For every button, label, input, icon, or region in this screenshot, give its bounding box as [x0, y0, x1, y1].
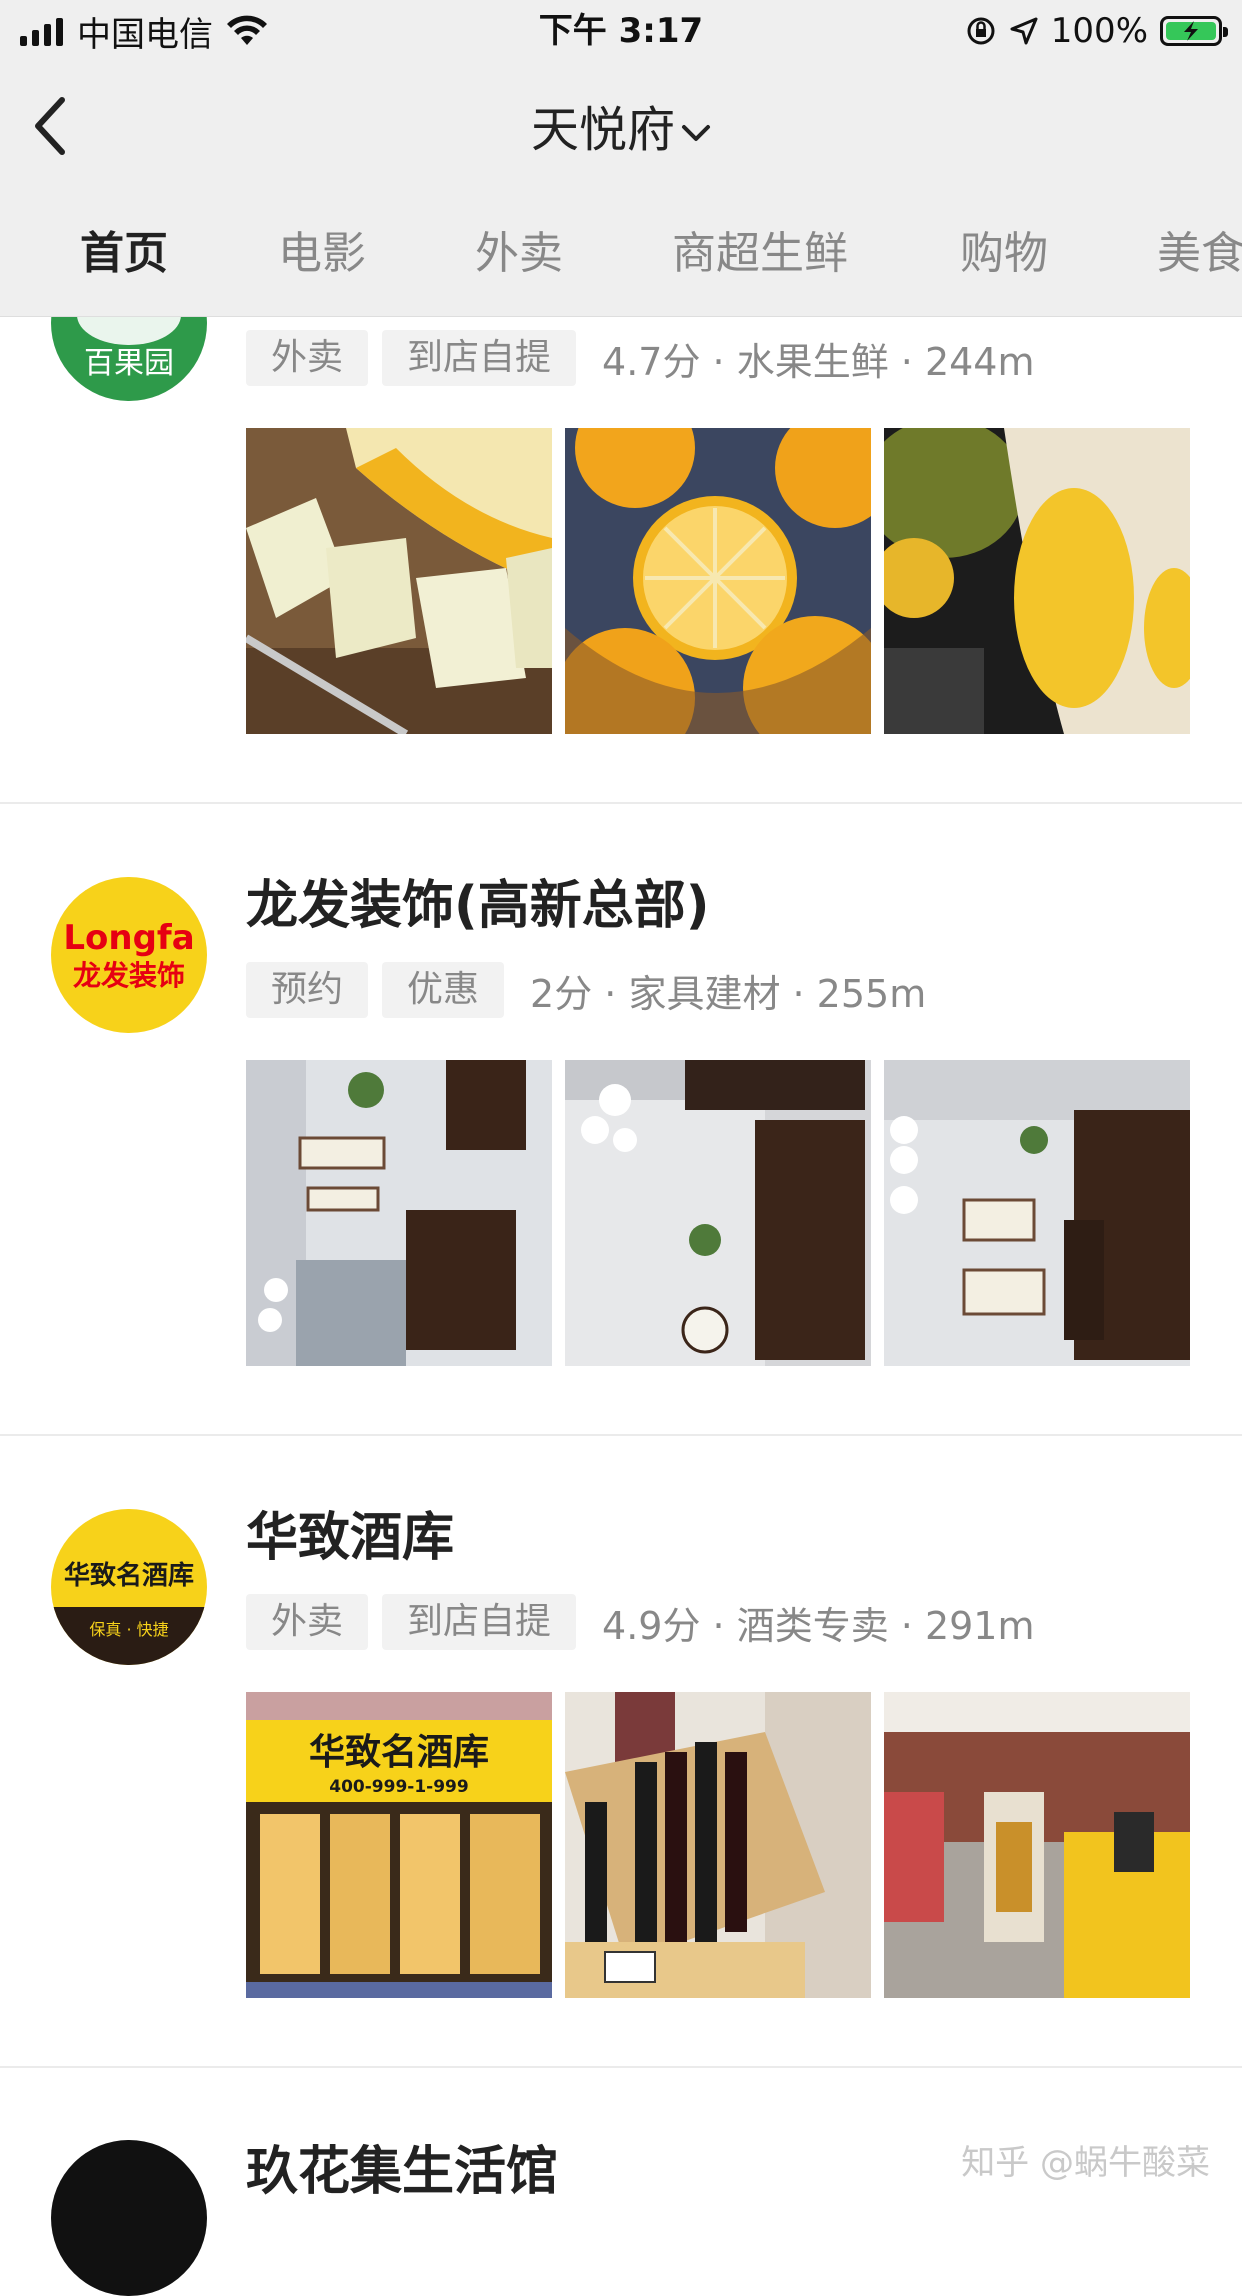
svg-text:华致名酒库: 华致名酒库 — [309, 1731, 489, 1773]
orientation-lock-icon — [967, 17, 995, 45]
svg-text:华致名酒库: 华致名酒库 — [64, 1560, 194, 1591]
category-tabs: 首页 电影 外卖 商超生鲜 购物 美食 — [0, 196, 1242, 312]
shop-photos — [246, 428, 1190, 734]
melon-photo[interactable] — [246, 428, 552, 734]
shop-rating-category-distance: 4.9分 · 酒类专卖 · 291m — [602, 1603, 1035, 1648]
tag-pickup: 到店自提 — [382, 330, 577, 386]
status-right: 100% — [965, 8, 1228, 54]
tab-food[interactable]: 美食 — [1157, 226, 1242, 282]
shop-photos — [246, 1060, 1190, 1366]
svg-text:保真 · 快捷: 保真 · 快捷 — [89, 1620, 168, 1639]
tab-movies[interactable]: 电影 — [278, 226, 366, 282]
card-divider — [0, 1434, 1242, 1436]
tab-shopping[interactable]: 购物 — [960, 226, 1048, 282]
watermark: 知乎 @蜗牛酸菜 — [961, 2143, 1210, 2183]
svg-text:400-999-1-999: 400-999-1-999 — [329, 1777, 468, 1797]
svg-text:龙发装饰: 龙发装饰 — [73, 959, 185, 992]
svg-text:Longfa: Longfa — [63, 918, 194, 958]
card-divider — [0, 802, 1242, 804]
nav-bar: 天悦府 — [0, 62, 1242, 190]
tag-delivery: 外卖 — [246, 330, 369, 386]
tab-supermarket[interactable]: 商超生鲜 — [672, 226, 848, 282]
location-name: 天悦府 — [530, 102, 675, 158]
app-header: 中国电信 下午 3:17 100% 天悦府 首页 电影 外卖 商超生鲜 购物 美… — [0, 0, 1242, 317]
card-divider — [0, 2066, 1242, 2068]
shop-name[interactable]: 龙发装饰(高新总部) — [246, 874, 710, 938]
tab-takeout[interactable]: 外卖 — [475, 226, 563, 282]
shop-photos: 华致名酒库 400-999-1-999 — [246, 1692, 1190, 1998]
location-selector[interactable]: 天悦府 — [0, 100, 1242, 160]
shop-meta: 外卖 到店自提 4.9分 · 酒类专卖 · 291m — [246, 1594, 1035, 1650]
storefront-photo[interactable]: 华致名酒库 400-999-1-999 — [246, 1692, 552, 1998]
tag-reservation: 预约 — [246, 962, 369, 1018]
store-interior-photo[interactable] — [884, 1692, 1190, 1998]
shop-name[interactable]: 华致酒库 — [246, 1506, 454, 1570]
interior-photo[interactable] — [565, 1060, 871, 1366]
wine-bottles-photo[interactable] — [565, 1692, 871, 1998]
location-arrow-icon — [1010, 17, 1038, 45]
tag-delivery: 外卖 — [246, 1594, 369, 1650]
interior-photo[interactable] — [246, 1060, 552, 1366]
orange-photo[interactable] — [565, 428, 871, 734]
shop-name[interactable]: 玖花集生活馆 — [246, 2140, 558, 2204]
svg-text:百果园: 百果园 — [84, 346, 174, 381]
shop-meta: 外卖 到店自提 4.7分 · 水果生鲜 · 244m — [246, 330, 1035, 386]
shop-logo-jiuhuaji — [51, 2140, 207, 2296]
battery-percentage: 100% — [1050, 11, 1148, 51]
shop-rating-category-distance: 2分 · 家具建材 · 255m — [530, 971, 927, 1016]
interior-photo[interactable] — [884, 1060, 1190, 1366]
tab-home[interactable]: 首页 — [80, 226, 168, 282]
shop-logo-huazhi: 华致名酒库 保真 · 快捷 — [51, 1509, 207, 1665]
shop-rating-category-distance: 4.7分 · 水果生鲜 · 244m — [602, 339, 1035, 384]
battery-icon — [1160, 16, 1228, 46]
chevron-down-icon — [682, 125, 710, 141]
shop-logo-longfa: Longfa 龙发装饰 — [51, 877, 207, 1033]
tag-discount: 优惠 — [382, 962, 505, 1018]
status-bar: 中国电信 下午 3:17 100% — [0, 0, 1242, 62]
durian-photo[interactable] — [884, 428, 1190, 734]
shop-meta: 预约 优惠 2分 · 家具建材 · 255m — [246, 962, 926, 1018]
tag-pickup: 到店自提 — [382, 1594, 577, 1650]
